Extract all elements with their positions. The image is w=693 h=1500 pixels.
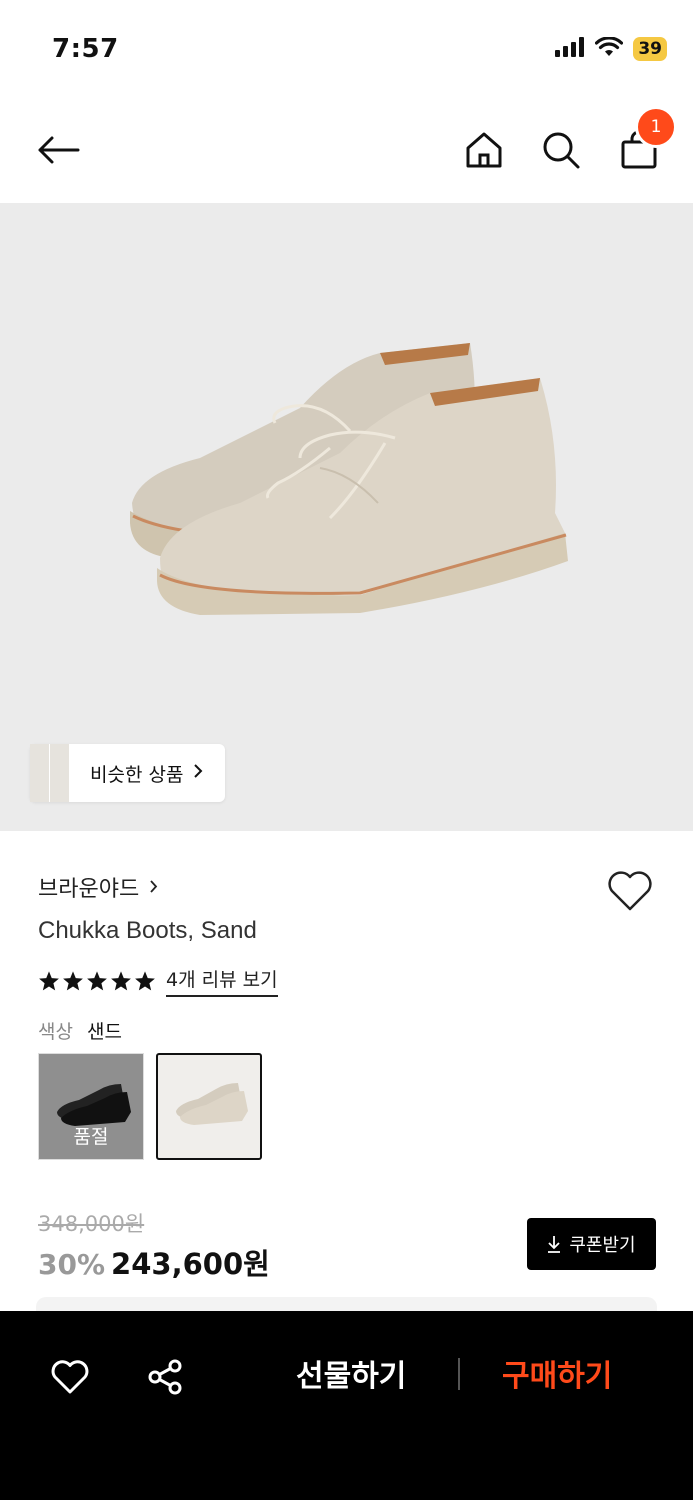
- heart-icon: [608, 871, 652, 911]
- coupon-button[interactable]: 쿠폰받기: [527, 1218, 656, 1270]
- back-button[interactable]: [34, 126, 82, 174]
- home-button[interactable]: [460, 126, 508, 174]
- cart-button[interactable]: 1: [615, 106, 677, 174]
- product-name: Chukka Boots, Sand: [38, 917, 257, 944]
- status-time: 7:57: [52, 34, 119, 64]
- chevron-right-icon: [149, 875, 158, 900]
- divider: [458, 1358, 460, 1390]
- wishlist-button[interactable]: [606, 869, 654, 913]
- gift-button[interactable]: 선물하기: [296, 1351, 406, 1395]
- color-option-black[interactable]: 품절: [38, 1053, 144, 1160]
- bottom-wishlist-button[interactable]: [48, 1355, 92, 1399]
- cellular-signal-icon: [555, 37, 585, 61]
- color-label: 색상: [38, 1021, 73, 1043]
- star-icon: [111, 971, 131, 991]
- share-icon: [148, 1359, 182, 1395]
- arrow-left-icon: [38, 136, 80, 164]
- wifi-icon: [595, 36, 624, 61]
- color-option-sand[interactable]: [156, 1053, 262, 1160]
- product-image[interactable]: 비슷한 상품: [0, 203, 693, 831]
- soldout-label: 품절: [73, 1126, 109, 1148]
- search-icon: [543, 132, 580, 169]
- home-icon: [466, 132, 502, 168]
- brand-link[interactable]: 브라운야드: [38, 871, 158, 903]
- similar-thumbnail: [50, 744, 70, 802]
- discount-rate: 30%: [38, 1248, 106, 1281]
- similar-thumbnail: [30, 744, 50, 802]
- star-icon: [135, 971, 155, 991]
- color-value: 샌드: [86, 1021, 122, 1043]
- heart-icon: [51, 1360, 89, 1394]
- buy-button[interactable]: 구매하기: [502, 1351, 612, 1395]
- cart-count-badge: 1: [635, 106, 677, 148]
- search-button[interactable]: [537, 126, 585, 174]
- chukka-boots-image: [130, 343, 568, 615]
- review-link[interactable]: 4개 리뷰 보기: [166, 965, 278, 997]
- star-icon: [87, 971, 107, 991]
- original-price: 348,000원: [38, 1212, 145, 1236]
- star-icon: [39, 971, 59, 991]
- rating-row: 4개 리뷰 보기: [38, 965, 278, 997]
- sand-boot-thumbnail: [176, 1083, 248, 1125]
- price-row: 30% 243,600원: [38, 1241, 270, 1283]
- chevron-right-icon: [193, 763, 225, 784]
- brand-name: 브라운야드: [38, 877, 140, 902]
- sale-price: 243,600원: [111, 1247, 270, 1281]
- similar-products-label: 비슷한 상품: [90, 763, 184, 786]
- download-icon: [548, 1236, 561, 1253]
- nav-bar: 1: [0, 100, 693, 203]
- color-options: 품절: [38, 1053, 262, 1160]
- bottom-action-bar: 선물하기 구매하기: [0, 1311, 693, 1500]
- rating-stars: [38, 970, 156, 992]
- coupon-label: 쿠폰받기: [569, 1235, 636, 1256]
- status-bar: 7:57 39: [0, 0, 693, 100]
- star-icon: [63, 971, 83, 991]
- similar-products-button[interactable]: 비슷한 상품: [30, 744, 226, 802]
- similar-thumbnails: [30, 744, 70, 802]
- share-button[interactable]: [143, 1355, 187, 1399]
- color-row: 색상 샌드: [38, 1017, 122, 1044]
- status-icons: 39: [555, 36, 667, 61]
- battery-indicator: 39: [633, 37, 667, 61]
